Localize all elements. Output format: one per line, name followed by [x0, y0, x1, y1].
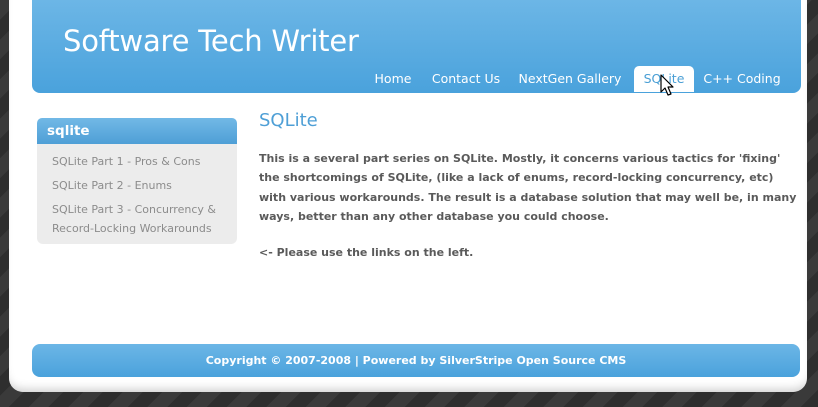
- mouse-pointer-icon: [660, 74, 674, 96]
- main-nav: Home Contact Us NextGen Gallery SQLite C…: [32, 66, 801, 92]
- page-title: SQLite: [259, 110, 318, 131]
- nav-contact-us[interactable]: Contact Us: [426, 66, 506, 92]
- nav-cpp-coding[interactable]: C++ Coding: [701, 66, 783, 92]
- page-container: Software Tech Writer Home Contact Us Nex…: [9, 0, 807, 392]
- instruction-paragraph: <- Please use the links on the left.: [259, 246, 474, 260]
- sidebar-link-list: SQLite Part 1 - Pros & Cons SQLite Part …: [37, 144, 237, 238]
- footer-copyright: Copyright © 2007-2008 | Powered by Silve…: [205, 354, 627, 367]
- sidebar: sqlite SQLite Part 1 - Pros & Cons SQLit…: [37, 118, 237, 244]
- site-footer: Copyright © 2007-2008 | Powered by Silve…: [32, 344, 800, 377]
- sidebar-link-part3[interactable]: SQLite Part 3 - Concurrency & Record-Loc…: [52, 200, 237, 238]
- main-content: SQLite This is a several part series on …: [259, 110, 799, 262]
- site-title[interactable]: Software Tech Writer: [63, 24, 359, 58]
- sidebar-link-part2[interactable]: SQLite Part 2 - Enums: [52, 176, 237, 195]
- nav-nextgen-gallery[interactable]: NextGen Gallery: [514, 66, 626, 92]
- site-header: Software Tech Writer Home Contact Us Nex…: [32, 0, 801, 93]
- sidebar-title: sqlite: [37, 118, 237, 144]
- nav-home[interactable]: Home: [366, 66, 420, 92]
- sidebar-link-part1[interactable]: SQLite Part 1 - Pros & Cons: [52, 152, 237, 171]
- intro-paragraph: This is a several part series on SQLite.…: [259, 152, 797, 223]
